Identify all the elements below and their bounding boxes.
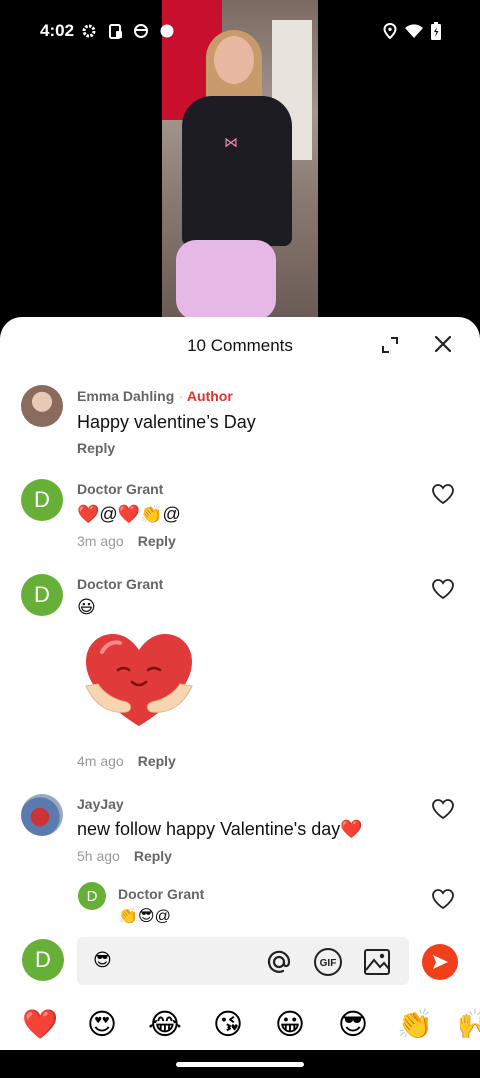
comment-text: Happy valentine’s Day: [77, 412, 256, 432]
heart-hug-sticker[interactable]: [80, 630, 198, 730]
like-heart-icon[interactable]: [431, 482, 455, 506]
avatar[interactable]: [21, 385, 63, 427]
reply-button[interactable]: Reply: [138, 753, 176, 769]
comment-input-value[interactable]: 😎: [93, 950, 112, 971]
emoji-sunglasses[interactable]: 😎: [333, 1005, 373, 1045]
comment-meta: 4m ago Reply: [77, 753, 176, 769]
gesture-nav-bar: [0, 1050, 480, 1078]
gear-icon: [80, 22, 98, 40]
send-button[interactable]: [422, 944, 458, 980]
emoji-heart-eyes[interactable]: 😍: [82, 1005, 122, 1045]
reply-button[interactable]: Reply: [138, 533, 176, 549]
video-person-pants: [176, 240, 276, 320]
close-icon[interactable]: [430, 331, 456, 357]
sheet-header: 10 Comments: [0, 317, 480, 373]
battery-icon: [427, 22, 445, 40]
comment-author[interactable]: JayJay: [77, 796, 124, 812]
comment-composer: D 😎 GIF: [0, 935, 480, 993]
composer-avatar: D: [22, 939, 64, 981]
clipboard-icon: [107, 22, 125, 40]
avatar[interactable]: D: [78, 882, 106, 910]
avatar[interactable]: D: [21, 574, 63, 616]
image-icon[interactable]: [361, 946, 393, 978]
author-tag: Author: [186, 388, 233, 404]
comment-text: 😃: [77, 597, 96, 617]
like-heart-icon[interactable]: [431, 577, 455, 601]
emoji-raised-hands[interactable]: 🙌: [455, 1005, 480, 1045]
comment-time: 5h ago: [77, 848, 120, 864]
mention-icon[interactable]: [263, 946, 295, 978]
comment-text: 👏😎@: [118, 908, 171, 925]
comment-meta: 3m ago Reply: [77, 533, 176, 549]
emoji-grin[interactable]: 😀: [270, 1005, 310, 1045]
comment-author[interactable]: Doctor Grant: [77, 576, 163, 592]
video-bow: ⋈: [224, 134, 238, 150]
like-heart-icon[interactable]: [431, 797, 455, 821]
home-indicator[interactable]: [176, 1062, 304, 1067]
emoji-clap[interactable]: 👏: [395, 1005, 435, 1045]
reply-button[interactable]: Reply: [134, 848, 172, 864]
screen: 4:02 ⋈ 10 Comments Emma Dahling · Author…: [0, 0, 480, 1078]
gif-label: GIF: [320, 958, 337, 969]
status-bar: 4:02: [0, 0, 480, 64]
comment-time: 4m ago: [77, 753, 124, 769]
expand-icon[interactable]: [378, 333, 402, 357]
comment-text: new follow happy Valentine's day❤️: [77, 819, 363, 839]
emoji-joy[interactable]: 😂: [145, 1005, 185, 1045]
avatar[interactable]: D: [21, 479, 63, 521]
comment-text: ❤️@❤️👏@: [77, 504, 181, 524]
comment-meta: 5h ago Reply: [77, 848, 172, 864]
comment-input[interactable]: 😎 GIF: [77, 937, 409, 985]
avatar[interactable]: [21, 794, 63, 836]
status-time: 4:02: [40, 21, 75, 40]
like-heart-icon[interactable]: [431, 887, 455, 911]
reply-button[interactable]: Reply: [77, 440, 115, 456]
location-icon: [381, 22, 399, 40]
author-name: Emma Dahling: [77, 388, 175, 404]
gif-icon[interactable]: GIF: [312, 946, 344, 978]
wifi-icon: [405, 22, 423, 40]
video-person-shirt: [182, 96, 292, 246]
separator-dot: ·: [178, 388, 183, 404]
sheet-title: 10 Comments: [187, 336, 293, 355]
comment-meta: Reply: [77, 440, 115, 456]
comment-time: 3m ago: [77, 533, 124, 549]
quick-emoji-bar: ❤️ 😍 😂 😘 😀 😎 👏 🙌: [0, 997, 480, 1050]
emoji-heart[interactable]: ❤️: [20, 1005, 60, 1045]
dot-icon: [158, 22, 176, 40]
comment-author[interactable]: Emma Dahling · Author: [77, 388, 233, 404]
shield-icon: [132, 22, 150, 40]
comment-author[interactable]: Doctor Grant: [77, 481, 163, 497]
emoji-kiss[interactable]: 😘: [208, 1005, 248, 1045]
send-icon: [433, 955, 448, 969]
comment-author[interactable]: Doctor Grant: [118, 886, 204, 902]
